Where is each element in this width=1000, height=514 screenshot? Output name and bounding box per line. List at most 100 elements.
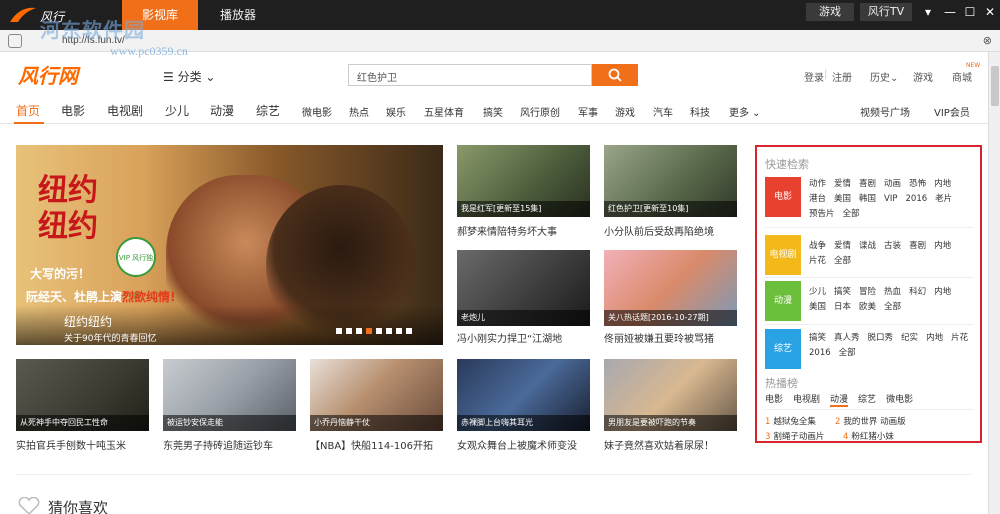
history-link[interactable]: 历史⌄ — [870, 69, 898, 84]
carousel-dot[interactable] — [346, 328, 352, 334]
tag-link[interactable]: 纪实 — [901, 331, 918, 346]
hero-banner[interactable]: 纽约纽约 VIP 风行独播 大写的污！ 阮经天、杜鹃上演烈欲纯情! 纽约纽约 关… — [16, 145, 443, 345]
hot-item[interactable]: 1 越狱兔全集 — [765, 415, 816, 427]
tag-link[interactable]: 内地 — [934, 177, 951, 192]
tag-link[interactable]: 全部 — [884, 300, 901, 315]
tag-link[interactable]: 片花 — [951, 331, 968, 346]
scroll-thumb[interactable] — [991, 66, 999, 106]
video-thumbnail[interactable]: 老炮儿 — [457, 250, 590, 326]
nav-sports[interactable]: 五星体育 — [424, 104, 464, 119]
hot-tab[interactable]: 电视剧 — [793, 392, 820, 405]
tag-link[interactable]: 爱情 — [834, 239, 851, 254]
thumbnail-title[interactable]: 佟丽娅被嫌丑要玲被骂猪 — [604, 330, 737, 345]
hot-item-title[interactable]: 我的世界 动画版 — [843, 417, 905, 427]
register-link[interactable]: 注册 — [832, 69, 852, 84]
nav-original[interactable]: 风行原创 — [520, 104, 560, 119]
video-thumbnail[interactable]: 我是红军[更新至15集] — [457, 145, 590, 217]
tag-link[interactable]: 韩国 — [859, 192, 876, 207]
category-anime[interactable]: 动漫 — [765, 281, 801, 321]
tag-link[interactable]: 喜剧 — [909, 239, 926, 254]
scrollbar[interactable] — [988, 52, 1000, 514]
site-logo[interactable]: 风行网 — [18, 60, 78, 89]
hot-item-title[interactable]: 粉红猪小妹 — [851, 432, 894, 442]
tag-link[interactable]: 全部 — [839, 346, 856, 361]
tag-link[interactable]: 科幻 — [909, 285, 926, 300]
nav-ent[interactable]: 娱乐 — [386, 104, 406, 119]
hot-item-title[interactable]: 割绳子动画片 — [773, 432, 824, 442]
search-button[interactable] — [592, 64, 638, 86]
nav-variety[interactable]: 综艺 — [256, 102, 280, 119]
thumbnail-title[interactable]: 实拍官兵手刨数十吨玉米 — [16, 437, 149, 452]
video-thumbnail[interactable]: 红色护卫[更新至10集] — [604, 145, 737, 217]
nav-anime[interactable]: 动漫 — [210, 102, 234, 119]
hot-item-title[interactable]: 越狱兔全集 — [773, 417, 816, 427]
video-thumbnail[interactable]: 赤裸脚上台嗨其耳光 — [457, 359, 590, 431]
thumbnail-title[interactable]: 东莞男子持砖追随运钞车 — [163, 437, 296, 452]
tag-link[interactable]: 搞笑 — [809, 331, 826, 346]
tag-link[interactable]: 冒险 — [859, 285, 876, 300]
tag-link[interactable]: 港台 — [809, 192, 826, 207]
menu-dropdown-icon[interactable]: ▾ — [920, 4, 936, 20]
tag-link[interactable]: 美国 — [809, 300, 826, 315]
tag-link[interactable]: 谍战 — [859, 239, 876, 254]
nav-car[interactable]: 汽车 — [653, 104, 673, 119]
carousel-dot[interactable] — [396, 328, 402, 334]
tag-link[interactable]: 爱情 — [834, 177, 851, 192]
hero-caption-title[interactable]: 纽约纽约 — [64, 313, 112, 330]
nav-video-square[interactable]: 视频号广场 — [860, 104, 910, 119]
tag-link[interactable]: 全部 — [843, 207, 860, 222]
carousel-dot[interactable] — [376, 328, 382, 334]
game-link[interactable]: 游戏 — [913, 69, 933, 84]
video-thumbnail[interactable]: 被运钞安保走能 — [163, 359, 296, 431]
tag-link[interactable]: VIP — [884, 192, 897, 207]
video-thumbnail[interactable]: 男朋友是要被吓跑的节奏 — [604, 359, 737, 431]
hot-item[interactable]: 4 粉红猪小妹 — [843, 430, 894, 442]
tag-link[interactable]: 全部 — [834, 254, 851, 269]
tag-link[interactable]: 热血 — [884, 285, 901, 300]
category-menu-button[interactable]: ☰ 分类 ⌄ — [163, 68, 215, 85]
thumbnail-title[interactable]: 妹子竟然喜欢姑着尿尿！ — [604, 437, 737, 452]
category-variety[interactable]: 综艺 — [765, 329, 801, 369]
tag-link[interactable]: 少儿 — [809, 285, 826, 300]
mall-link[interactable]: 商城 — [952, 69, 972, 84]
tag-link[interactable]: 搞笑 — [834, 285, 851, 300]
carousel-dot-active[interactable] — [366, 328, 372, 334]
login-link[interactable]: 登录 — [804, 69, 824, 84]
nav-kids[interactable]: 少儿 — [165, 102, 189, 119]
minimize-icon[interactable]: — — [942, 4, 958, 20]
nav-vip[interactable]: VIP会员 — [934, 104, 970, 119]
tag-link[interactable]: 内地 — [934, 285, 951, 300]
carousel-dot[interactable] — [356, 328, 362, 334]
category-movie[interactable]: 电影 — [765, 177, 801, 217]
search-input[interactable]: 红色护卫 — [348, 64, 592, 86]
carousel-dot[interactable] — [386, 328, 392, 334]
tag-link[interactable]: 脱口秀 — [868, 331, 894, 346]
thumbnail-title[interactable]: 郝梦来情陪特务坏大事 — [457, 223, 590, 238]
hot-tab[interactable]: 微电影 — [886, 392, 913, 405]
hot-item[interactable]: 2 我的世界 动画版 — [835, 415, 906, 427]
nav-more[interactable]: 更多 ⌄ — [729, 104, 761, 119]
tag-link[interactable]: 恐怖 — [909, 177, 926, 192]
nav-tech[interactable]: 科技 — [690, 104, 710, 119]
nav-tv[interactable]: 电视剧 — [107, 102, 143, 119]
tag-link[interactable]: 美国 — [834, 192, 851, 207]
nav-funny[interactable]: 搞笑 — [483, 104, 503, 119]
nav-micro-film[interactable]: 微电影 — [302, 104, 332, 119]
tag-link[interactable]: 内地 — [926, 331, 943, 346]
tag-link[interactable]: 古装 — [884, 239, 901, 254]
fun-tv-button[interactable]: 风行TV — [860, 3, 912, 21]
tab-player[interactable]: 播放器 — [206, 0, 270, 30]
tag-link[interactable]: 2016 — [906, 192, 928, 207]
thumbnail-title[interactable]: 【NBA】快船114-106开拓 — [310, 437, 443, 452]
tag-link[interactable]: 2016 — [809, 346, 831, 361]
tag-link[interactable]: 战争 — [809, 239, 826, 254]
video-thumbnail[interactable]: 从死神手中夺回民工性命 — [16, 359, 149, 431]
category-tv[interactable]: 电视剧 — [765, 235, 801, 275]
tag-link[interactable]: 动作 — [809, 177, 826, 192]
tag-link[interactable]: 内地 — [934, 239, 951, 254]
carousel-dot[interactable] — [336, 328, 342, 334]
thumbnail-title[interactable]: 小分队前后受敌再陷绝境 — [604, 223, 737, 238]
nav-movie[interactable]: 电影 — [61, 102, 85, 119]
hot-tab[interactable]: 综艺 — [858, 392, 876, 405]
tag-link[interactable]: 欧美 — [859, 300, 876, 315]
